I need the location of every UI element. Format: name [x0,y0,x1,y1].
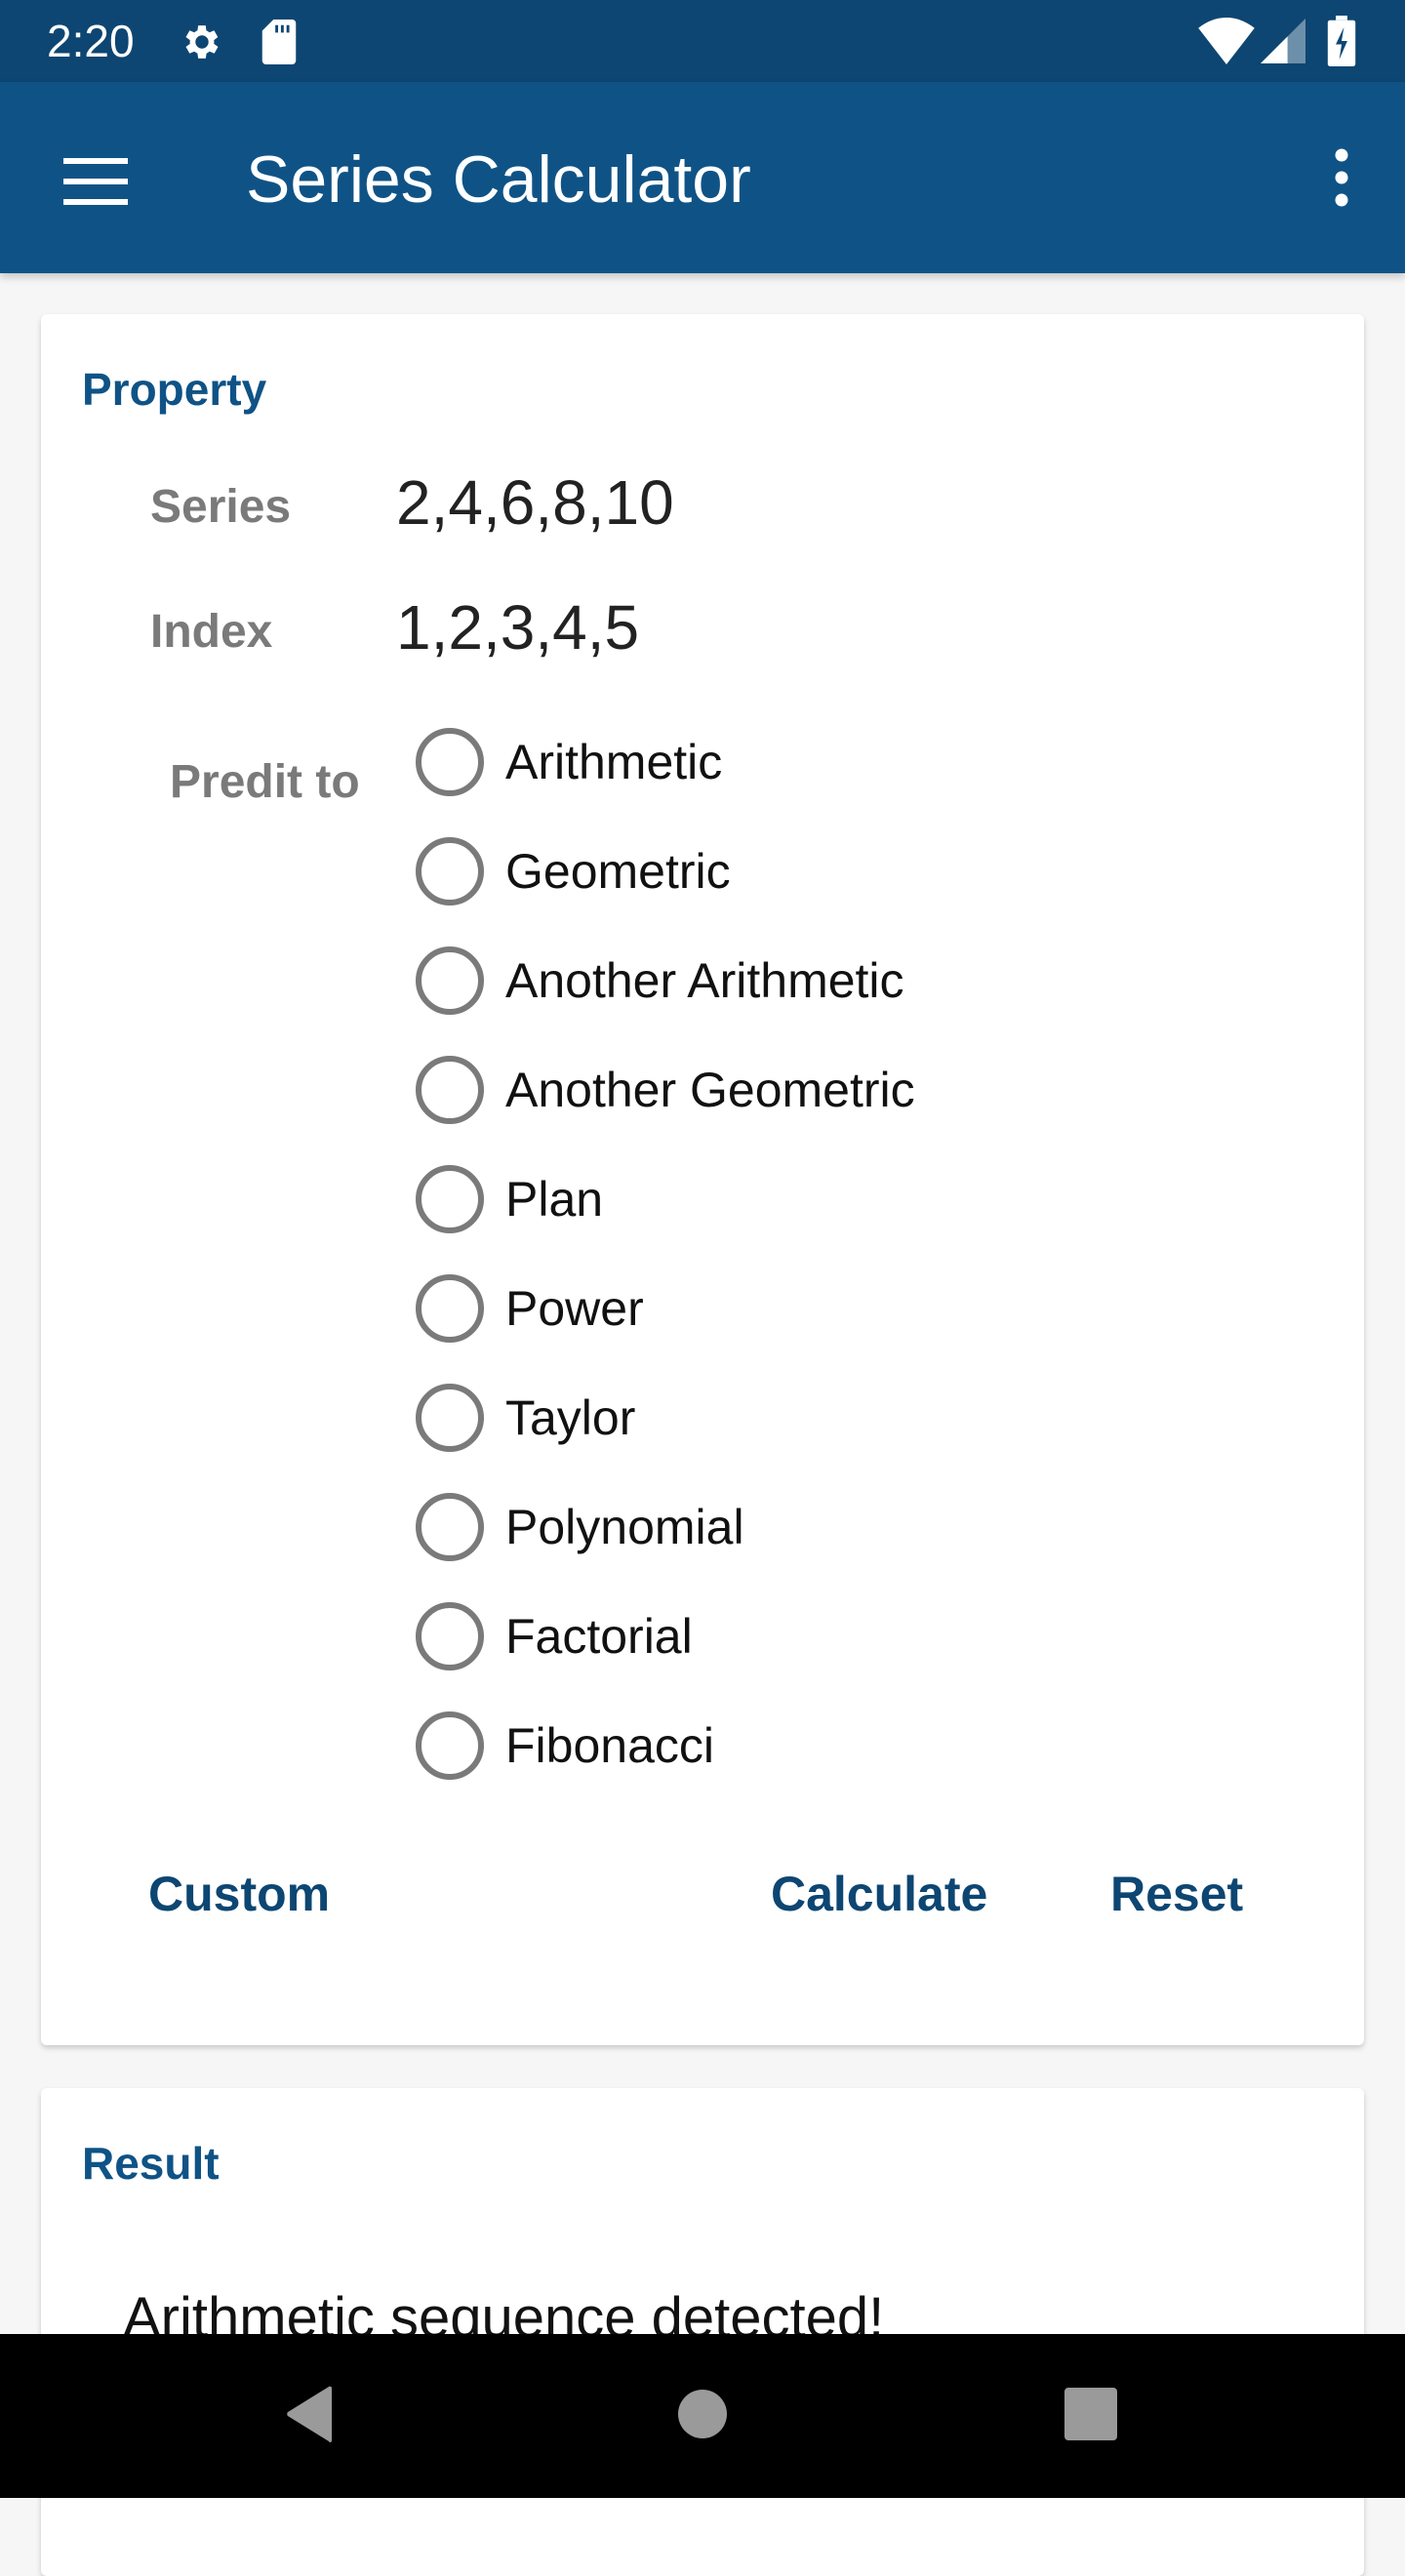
home-circle-icon [678,2389,727,2443]
radio-label: Plan [505,1172,604,1227]
radio-option-plan[interactable]: Plan [416,1155,603,1243]
back-button[interactable] [232,2334,388,2498]
menu-button[interactable] [47,129,144,226]
wifi-icon [1198,18,1255,69]
recents-square-icon [1064,2387,1117,2445]
predict-to-label: Predit to [170,756,360,808]
radio-option-polynomial[interactable]: Polynomial [416,1483,744,1571]
radio-option-another-geometric[interactable]: Another Geometric [416,1046,915,1134]
radio-option-power[interactable]: Power [416,1265,644,1352]
overflow-menu-button[interactable] [1311,129,1370,226]
custom-button[interactable]: Custom [148,1866,330,1922]
radio-option-taylor[interactable]: Taylor [416,1374,635,1462]
result-card: Result Arithmetic sequence detected! [41,2088,1364,2576]
cell-signal-icon [1261,18,1305,69]
radio-label: Factorial [505,1609,693,1664]
radio-unchecked-icon [416,728,484,796]
battery-charging-icon [1327,16,1356,71]
system-nav-bar [0,2334,1405,2498]
result-section-title: Result [82,2138,220,2189]
radio-unchecked-icon [416,1384,484,1452]
radio-unchecked-icon [416,837,484,906]
radio-option-fibonacci[interactable]: Fibonacci [416,1702,714,1790]
reset-button[interactable]: Reset [1110,1866,1243,1922]
app-bar: Series Calculator [0,82,1405,273]
series-value[interactable]: 2,4,6,8,10 [396,466,674,539]
property-section-title: Property [82,364,267,415]
radio-label: Power [505,1281,644,1336]
index-value[interactable]: 1,2,3,4,5 [396,591,639,664]
radio-unchecked-icon [416,1165,484,1233]
radio-label: Another Geometric [505,1063,915,1117]
radio-label: Polynomial [505,1500,744,1554]
radio-unchecked-icon [416,1602,484,1670]
radio-option-another-arithmetic[interactable]: Another Arithmetic [416,937,904,1025]
radio-label: Taylor [505,1390,636,1445]
radio-option-arithmetic[interactable]: Arithmetic [416,718,722,806]
property-card: Property Series 2,4,6,8,10 Index 1,2,3,4… [41,314,1364,2045]
radio-unchecked-icon [416,1056,484,1124]
gear-icon [180,20,224,69]
radio-option-factorial[interactable]: Factorial [416,1592,693,1680]
radio-unchecked-icon [416,1711,484,1780]
status-bar: 2:20 [0,0,1405,82]
index-label: Index [150,606,273,658]
app-title: Series Calculator [246,142,751,217]
radio-option-geometric[interactable]: Geometric [416,827,731,915]
recents-button[interactable] [1013,2334,1169,2498]
radio-unchecked-icon [416,1274,484,1343]
sd-card-icon [261,20,297,69]
radio-unchecked-icon [416,946,484,1015]
home-button[interactable] [624,2334,781,2498]
radio-label: Another Arithmetic [505,953,904,1008]
more-vert-icon [1335,148,1348,212]
hamburger-menu-icon [63,158,128,210]
back-triangle-icon [285,2386,336,2447]
radio-label: Arithmetic [505,735,723,789]
radio-label: Fibonacci [505,1718,714,1773]
calculate-button[interactable]: Calculate [771,1866,987,1922]
series-label: Series [150,481,292,533]
radio-label: Geometric [505,844,731,899]
status-time: 2:20 [47,16,135,66]
radio-unchecked-icon [416,1493,484,1561]
